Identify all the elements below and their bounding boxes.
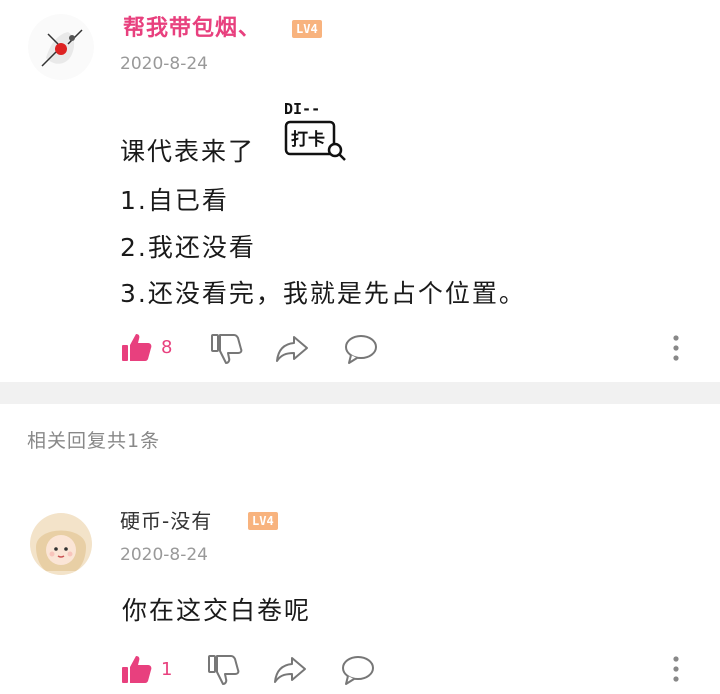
thumbs-down-icon[interactable] (208, 331, 244, 367)
comment-line: 1.自已看 (120, 186, 229, 215)
comment-icon[interactable] (340, 652, 376, 688)
comment-line: 2.我还没看 (120, 233, 256, 262)
username[interactable]: 硬币-没有 (120, 505, 212, 534)
thumbs-down-icon[interactable] (205, 652, 241, 688)
comment-icon[interactable] (343, 331, 379, 367)
replies-header: 相关回复共1条 (27, 430, 161, 452)
like-count: 1 (161, 659, 173, 680)
section-divider (0, 382, 720, 404)
reply-date: 2020-8-24 (120, 545, 208, 565)
comment-line: 课代表来了 (120, 137, 256, 166)
comment-date: 2020-8-24 (120, 54, 208, 74)
avatar[interactable] (28, 14, 94, 80)
checkin-sticker: DI-- 打卡 (282, 98, 348, 164)
like-count: 8 (161, 337, 173, 358)
thumbs-up-icon[interactable] (118, 652, 154, 688)
reply-text: 你在这交白卷呢 (122, 596, 312, 625)
more-vertical-icon[interactable] (664, 331, 688, 367)
thumbs-up-icon[interactable] (118, 330, 154, 366)
sticker-top-text: DI-- (284, 100, 320, 118)
comment-line: 3.还没看完，我就是先占个位置。 (120, 279, 526, 308)
level-badge: LV4 (292, 20, 322, 38)
sticker-main-text: 打卡 (291, 129, 325, 150)
level-badge: LV4 (248, 512, 278, 530)
avatar[interactable] (30, 513, 92, 575)
more-vertical-icon[interactable] (664, 652, 688, 688)
username[interactable]: 帮我带包烟、 (123, 10, 261, 42)
share-icon[interactable] (274, 331, 310, 367)
share-icon[interactable] (272, 652, 308, 688)
